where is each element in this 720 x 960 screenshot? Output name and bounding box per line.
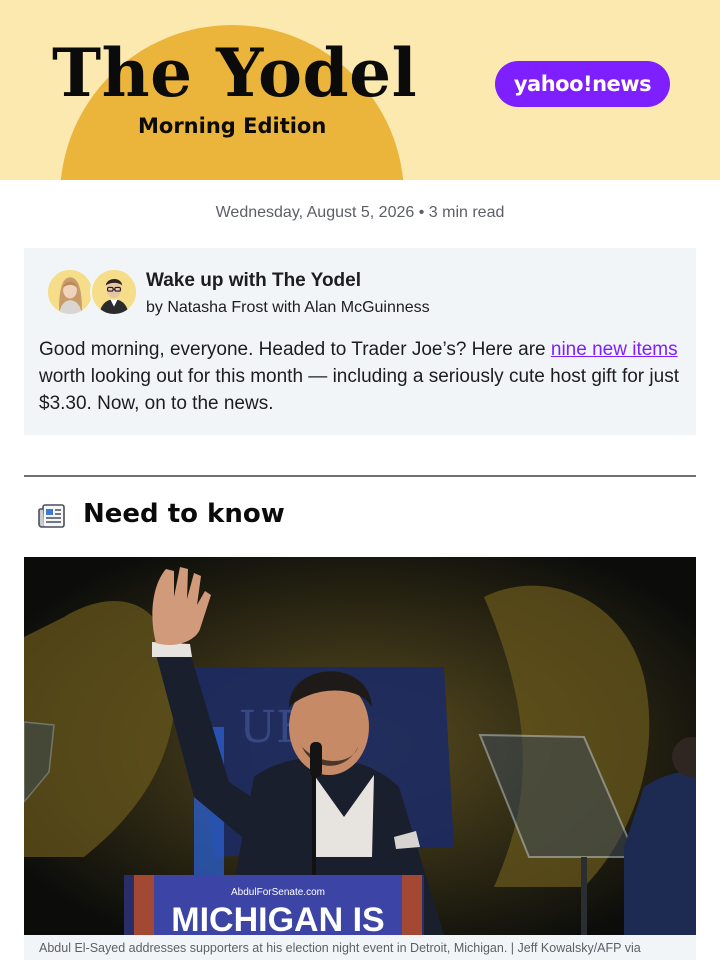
intro-title: Wake up with The Yodel — [146, 270, 362, 291]
masthead-subtitle: Morning Edition — [138, 114, 327, 138]
section-title: Need to know — [83, 499, 285, 529]
avatar — [90, 268, 138, 316]
newspaper-icon — [38, 503, 66, 529]
author-avatars — [46, 268, 138, 316]
yahoo-news-logo[interactable]: yahoo!news — [495, 61, 670, 107]
intro-body: Good morning, everyone. Headed to Trader… — [39, 336, 684, 417]
date-line: Wednesday, August 5, 2026 • 3 min read — [0, 204, 720, 222]
speaker-photo-illustration: UE AbdulForSenate.com MICHIGAN IS — [24, 557, 696, 935]
section-divider — [24, 475, 696, 477]
author-portrait-icon — [48, 270, 92, 314]
sign-url: AbdulForSenate.com — [231, 887, 325, 898]
intro-byline: by Natasha Frost with Alan McGuinness — [146, 299, 430, 316]
intro-card: Wake up with The Yodel by Natasha Frost … — [24, 248, 696, 435]
intro-body-text: Good morning, everyone. Headed to Trader… — [39, 339, 551, 360]
author-portrait-icon — [92, 270, 136, 314]
masthead: The Yodel Morning Edition yahoo!news — [0, 0, 720, 180]
photo-caption: Abdul El-Sayed addresses supporters at h… — [24, 935, 696, 960]
publish-date: Wednesday, August 5, 2026 — [215, 204, 415, 221]
read-time: 3 min read — [428, 204, 505, 221]
masthead-title: The Yodel — [52, 34, 418, 112]
news-photo[interactable]: UE AbdulForSenate.com MICHIGAN IS — [24, 557, 696, 935]
intro-body-text: worth looking out for this month — inclu… — [39, 366, 679, 414]
date-separator: • — [414, 204, 429, 221]
sign-text: MICHIGAN IS — [171, 901, 384, 935]
avatar — [46, 268, 94, 316]
trader-joes-link[interactable]: nine new items — [551, 339, 678, 360]
